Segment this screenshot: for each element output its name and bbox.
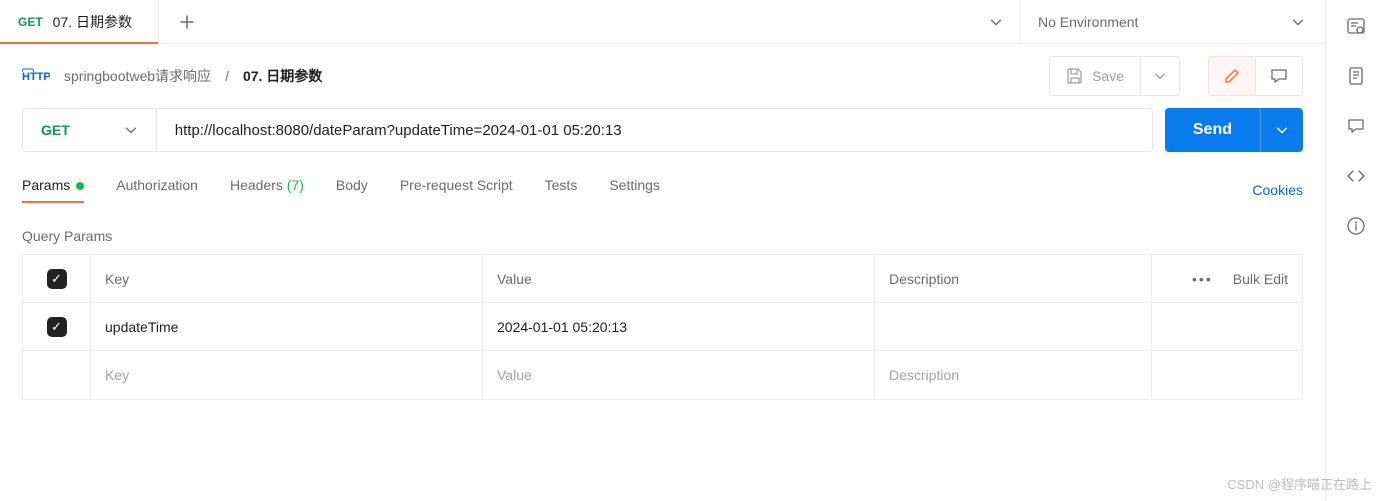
documentation-icon[interactable]	[1346, 66, 1366, 86]
send-button[interactable]: Send	[1165, 108, 1260, 152]
check-all[interactable]: ✓	[47, 269, 67, 289]
breadcrumb-request: 07. 日期参数	[243, 66, 322, 86]
save-button[interactable]: Save	[1050, 57, 1140, 95]
tab-settings[interactable]: Settings	[609, 177, 660, 203]
save-label: Save	[1092, 68, 1124, 84]
breadcrumb-row: HTTP springbootweb请求响应 / 07. 日期参数 Save	[0, 44, 1325, 108]
more-icon[interactable]: •••	[1192, 271, 1213, 287]
save-dropdown[interactable]	[1140, 57, 1179, 95]
url-row: GET Send	[0, 108, 1325, 170]
row-value[interactable]: 2024-01-01 05:20:13	[483, 303, 875, 350]
view-toggle-group	[1208, 56, 1303, 96]
empty-value[interactable]: Value	[483, 351, 875, 399]
tab-authorization[interactable]: Authorization	[116, 177, 198, 203]
row-checkbox[interactable]: ✓	[47, 317, 67, 337]
chevron-down-icon	[1275, 123, 1289, 137]
header-check-cell[interactable]: ✓	[23, 255, 91, 302]
environment-quicklook-icon[interactable]	[1346, 16, 1366, 36]
tab-title: 07. 日期参数	[53, 12, 132, 32]
tab-tests[interactable]: Tests	[545, 177, 578, 203]
breadcrumb-separator: /	[225, 68, 229, 84]
breadcrumb-collection[interactable]: springbootweb请求响应	[64, 66, 211, 86]
tab-bar: GET 07. 日期参数 No Environment	[0, 0, 1325, 44]
params-changed-dot	[76, 182, 84, 190]
method-selector[interactable]: GET	[23, 109, 157, 151]
tab-method: GET	[18, 15, 43, 29]
params-row: ✓ updateTime 2024-01-01 05:20:13	[23, 303, 1302, 351]
empty-check-cell	[23, 351, 91, 399]
tab-prerequest[interactable]: Pre-request Script	[400, 177, 513, 203]
row-key[interactable]: updateTime	[91, 303, 483, 350]
tab-overflow-dropdown[interactable]	[973, 0, 1019, 43]
header-actions: ••• Bulk Edit	[1152, 255, 1302, 302]
empty-key[interactable]: Key	[91, 351, 483, 399]
params-header-row: ✓ Key Value Description ••• Bulk Edit	[23, 255, 1302, 303]
watermark: CSDN @程序喵正在路上	[1227, 474, 1372, 493]
row-actions	[1152, 303, 1302, 350]
chevron-down-icon	[124, 123, 138, 137]
save-icon	[1066, 67, 1084, 85]
pencil-icon	[1223, 67, 1241, 85]
method-label: GET	[41, 122, 70, 138]
headers-count: (7)	[287, 177, 304, 193]
edit-icon-button[interactable]	[1209, 57, 1256, 95]
header-value: Value	[483, 255, 875, 302]
cookies-link[interactable]: Cookies	[1252, 182, 1303, 198]
row-check-cell[interactable]: ✓	[23, 303, 91, 350]
comment-icon	[1270, 67, 1288, 85]
code-icon[interactable]	[1346, 166, 1366, 186]
save-button-group: Save	[1049, 56, 1180, 96]
new-tab-button[interactable]	[159, 0, 215, 43]
environment-selector[interactable]: No Environment	[1019, 0, 1325, 43]
header-key: Key	[91, 255, 483, 302]
query-params-title: Query Params	[0, 210, 1325, 254]
tab-body[interactable]: Body	[336, 177, 368, 203]
comments-icon[interactable]	[1346, 116, 1366, 136]
http-icon: HTTP	[22, 67, 50, 85]
row-desc[interactable]	[875, 303, 1152, 350]
right-sidebar	[1326, 0, 1386, 501]
params-empty-row: Key Value Description	[23, 351, 1302, 399]
tab-request[interactable]: GET 07. 日期参数	[0, 0, 159, 43]
info-icon[interactable]	[1346, 216, 1366, 236]
url-box: GET	[22, 108, 1153, 152]
send-group: Send	[1165, 108, 1303, 152]
comment-icon-button[interactable]	[1256, 57, 1302, 95]
header-desc: Description	[875, 255, 1152, 302]
empty-desc[interactable]: Description	[875, 351, 1152, 399]
request-tabs: Params Authorization Headers (7) Body Pr…	[0, 170, 1325, 210]
environment-label: No Environment	[1038, 14, 1138, 30]
tab-headers[interactable]: Headers (7)	[230, 177, 304, 203]
tab-params[interactable]: Params	[22, 177, 84, 203]
bulk-edit-link[interactable]: Bulk Edit	[1233, 271, 1288, 287]
params-table: ✓ Key Value Description ••• Bulk Edit ✓ …	[22, 254, 1303, 400]
send-dropdown[interactable]	[1260, 108, 1303, 152]
chevron-down-icon	[1291, 15, 1305, 29]
chevron-down-icon	[1153, 69, 1167, 83]
url-input[interactable]	[157, 109, 1152, 151]
svg-text:HTTP: HTTP	[22, 71, 50, 83]
